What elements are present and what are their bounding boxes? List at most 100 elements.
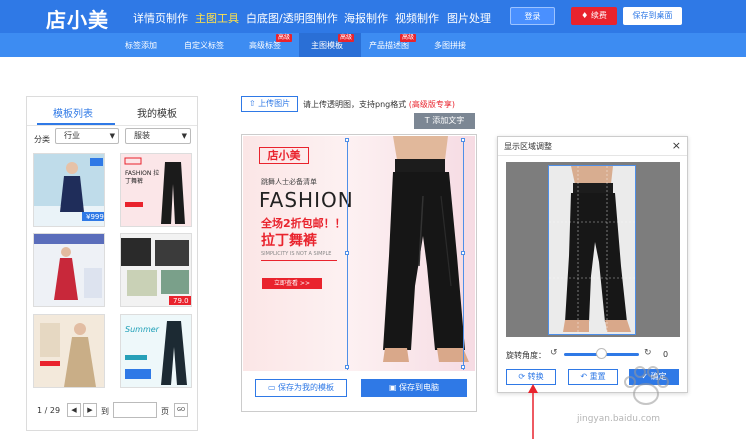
subnav-custom-label[interactable]: 自定义标签: [184, 40, 224, 51]
editor-canvas: 店小美 跳舞人士必备清单 FASHION 全场2折包邮！！ 拉丁舞裤 SIMPL…: [241, 134, 477, 412]
swap-button[interactable]: ⟳ 转换: [506, 369, 556, 385]
divider: [498, 155, 687, 156]
rotate-value: 0: [663, 350, 669, 359]
upload-hint-text: 请上传透明图，支持png格式: [303, 100, 407, 109]
chevron-left-icon: ◀: [71, 406, 77, 414]
crop-box[interactable]: [548, 165, 636, 335]
nav-video[interactable]: 视频制作: [395, 10, 439, 26]
poster-headline[interactable]: FASHION: [259, 188, 354, 212]
chevron-right-icon: ▶: [87, 406, 93, 414]
upload-label: 上传图片: [258, 99, 291, 108]
crop-area[interactable]: [506, 162, 680, 337]
add-text-label: 添加文字: [432, 116, 465, 125]
filter-label: 分类: [34, 135, 50, 144]
tab-template-list[interactable]: 模板列表: [53, 105, 93, 120]
thumb-title: FASHION 拉丁舞裤: [125, 170, 160, 185]
resize-handle[interactable]: [461, 138, 465, 142]
resize-handle[interactable]: [345, 251, 349, 255]
paw-logo-icon: [624, 366, 669, 405]
save-to-desktop-button[interactable]: 保存到桌面: [623, 7, 682, 25]
resize-handle[interactable]: [345, 365, 349, 369]
template-icon: ▭: [267, 383, 279, 392]
pager-current: 1: [37, 406, 43, 415]
pager-total: 29: [49, 406, 61, 415]
crop-preview-image: [549, 166, 635, 334]
save-template-label: 保存为我的模板: [278, 383, 335, 392]
sub-navbar: 标签添加 自定义标签 高级标签 高级 主图模板 高级 产品描述图 高级 多图拼接: [0, 33, 746, 57]
renew-label: 续费: [590, 11, 607, 20]
nav-poster[interactable]: 海报制作: [344, 10, 388, 26]
poster-logo[interactable]: 店小美: [259, 147, 309, 164]
tab-my-templates[interactable]: 我的模板: [137, 105, 177, 120]
resize-handle[interactable]: [461, 251, 465, 255]
category-select[interactable]: 服装 ▼: [125, 128, 191, 144]
page-label: 页: [161, 407, 169, 416]
watermark-text: jingyan.baidu.com: [577, 414, 661, 424]
caret-down-icon: ▼: [109, 132, 115, 140]
annotation-arrow: [528, 384, 538, 439]
upload-image-button[interactable]: ⇧ 上传图片: [241, 96, 298, 112]
template-thumbnail[interactable]: ¥999: [33, 153, 105, 227]
premium-note: (高级版专享): [408, 100, 456, 109]
rotate-label: 旋转角度：: [506, 351, 546, 360]
poster-promo[interactable]: 全场2折包邮！！: [261, 215, 346, 231]
thumb-title: Summer: [125, 325, 159, 334]
caret-down-icon: ▼: [181, 132, 187, 140]
close-icon[interactable]: ×: [672, 139, 681, 152]
resize-handle[interactable]: [345, 138, 349, 142]
top-navbar: 店小美 详情页制作 主图工具 白底图/透明图制作 海报制作 视频制作 图片处理 …: [0, 0, 746, 33]
poster-subtitle[interactable]: 跳舞人士必备清单: [261, 177, 317, 187]
advanced-badge: 高级: [400, 34, 417, 42]
advanced-badge: 高级: [276, 34, 293, 42]
upload-hint: 请上传透明图，支持png格式 (高级版专享): [303, 99, 455, 110]
login-button[interactable]: 登录: [510, 7, 555, 25]
dialog-title: 显示区域调整: [504, 142, 552, 151]
poster-preview: 店小美 跳舞人士必备清单 FASHION 全场2折包邮！！ 拉丁舞裤 SIMPL…: [243, 136, 475, 371]
poster-product-name[interactable]: 拉丁舞裤: [261, 230, 317, 250]
go-button[interactable]: GO: [174, 403, 188, 417]
upload-icon: ⇧: [248, 99, 259, 108]
reset-button[interactable]: ↶ 重置: [568, 369, 618, 385]
nav-white-background[interactable]: 白底图/透明图制作: [246, 10, 338, 26]
divider: [261, 260, 337, 261]
next-page-button[interactable]: ▶: [83, 403, 97, 417]
page-number-input[interactable]: [113, 402, 157, 418]
divider: [27, 125, 197, 126]
subnav-label-add[interactable]: 标签添加: [125, 40, 157, 51]
rotate-left-icon[interactable]: ↺: [550, 348, 558, 358]
save-as-template-button[interactable]: ▭ 保存为我的模板: [255, 379, 347, 397]
diamond-icon: ♦: [581, 11, 591, 20]
template-thumbnail[interactable]: FASHION 拉丁舞裤: [120, 153, 192, 227]
pager-status: 1 / 29: [37, 406, 61, 415]
logo[interactable]: 店小美: [46, 4, 109, 33]
template-thumbnail[interactable]: [33, 314, 105, 388]
template-thumbnail[interactable]: [33, 233, 105, 307]
template-thumbnail[interactable]: 79.0: [120, 233, 192, 307]
add-text-button[interactable]: T 添加文字: [414, 113, 475, 129]
swap-label: 转换: [527, 372, 544, 381]
nav-detail-page[interactable]: 详情页制作: [133, 10, 188, 26]
save-computer-label: 保存到电脑: [399, 383, 440, 392]
renew-button[interactable]: ♦ 续费: [571, 7, 617, 25]
refresh-icon: ⟳: [518, 372, 528, 381]
save-to-computer-button[interactable]: ▣ 保存到电脑: [361, 379, 467, 397]
category-value: 服装: [134, 131, 150, 140]
nav-main-image-tool[interactable]: 主图工具: [195, 10, 239, 26]
resize-handle[interactable]: [461, 365, 465, 369]
rotate-slider-handle[interactable]: [596, 348, 607, 359]
subnav-multi-image-stitch[interactable]: 多图拼接: [434, 40, 466, 51]
goto-label: 到: [101, 407, 109, 416]
prev-page-button[interactable]: ◀: [67, 403, 81, 417]
template-thumbnail[interactable]: Summer: [120, 314, 192, 388]
poster-cta[interactable]: 立即查看 >>: [262, 278, 322, 289]
industry-select[interactable]: 行业 ▼: [55, 128, 119, 144]
poster-tagline[interactable]: SIMPLICITY IS NOT A SIMPLE: [261, 251, 331, 257]
advanced-badge: 高级: [338, 34, 355, 42]
save-icon: ▣: [388, 383, 400, 392]
industry-value: 行业: [64, 131, 80, 140]
nav-image-processing[interactable]: 图片处理: [447, 10, 491, 26]
display-area-dialog: 显示区域调整 × 旋转角度： ↺ ↻ 0 ⟳ 转换 ↶ 重置 ✓ 确定: [497, 136, 688, 393]
thumb-price: ¥999: [86, 213, 104, 221]
template-panel: 模板列表 我的模板 分类 行业 ▼ 服装 ▼ ¥999 FASHION 拉丁舞裤: [26, 96, 198, 431]
rotate-right-icon[interactable]: ↻: [644, 348, 652, 358]
